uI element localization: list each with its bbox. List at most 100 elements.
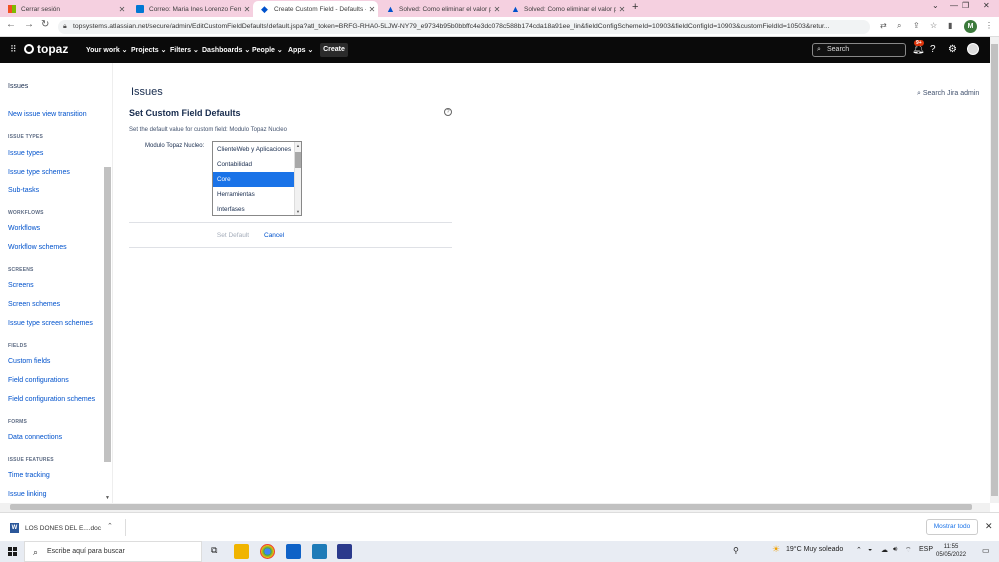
notification-center-icon[interactable]: ▭	[982, 546, 990, 555]
help-icon[interactable]: ?	[444, 108, 452, 116]
sidebar-item-data-connections[interactable]: Data connections	[8, 434, 62, 441]
nav-people[interactable]: People ⌄	[252, 46, 283, 54]
minimize-icon[interactable]: —	[950, 1, 958, 10]
show-all-button[interactable]: Mostrar todo	[926, 519, 978, 535]
taskbar-search-input[interactable]: ⌕ Escribe aquí para buscar	[24, 541, 202, 562]
lock-icon[interactable]: 🔒︎	[63, 20, 67, 34]
tab-label: Solved: Como eliminar el valor p	[524, 5, 616, 13]
browser-tab-1[interactable]: Cerrar sesión ✕	[0, 1, 128, 17]
option-contabilidad[interactable]: Contabilidad	[213, 157, 295, 172]
browser-tab-4[interactable]: ▲ Solved: Como eliminar el valor p ✕	[378, 1, 503, 17]
sun-weather-icon[interactable]: ☀	[772, 544, 780, 555]
nav-dashboards[interactable]: Dashboards ⌄	[202, 46, 250, 54]
sidebar-title: Issues	[8, 83, 29, 90]
sidebar-scrollbar[interactable]	[104, 167, 111, 462]
file-explorer-icon[interactable]	[234, 544, 249, 559]
sidebar-heading-forms: FORMS	[8, 419, 28, 425]
tab-search-icon[interactable]: ⌄	[932, 1, 939, 10]
vpn-app-icon[interactable]	[337, 544, 352, 559]
download-item[interactable]: W LOS DONES DEL E....doc	[10, 523, 101, 533]
close-downloads-icon[interactable]: ✕	[985, 521, 993, 532]
jira-search-input[interactable]: ⌕ Search	[812, 43, 906, 57]
task-view-icon[interactable]: ⧉	[211, 545, 217, 556]
browser-tab-3-active[interactable]: ◆ Create Custom Field - Defaults - ✕	[253, 1, 378, 17]
share-icon[interactable]: ⇪	[913, 21, 920, 30]
windows-start-icon[interactable]	[8, 547, 17, 556]
sidebar-item-custom-fields[interactable]: Custom fields	[8, 358, 50, 365]
browser-tab-2[interactable]: Correo: Maria Ines Lorenzo Ferna ✕	[128, 1, 253, 17]
chevron-up-icon[interactable]: ⌃	[107, 522, 113, 530]
help-icon[interactable]: ?	[930, 44, 936, 55]
translate-icon[interactable]: ⇄	[880, 21, 887, 30]
app-switcher-icon[interactable]: ⠿	[10, 44, 17, 55]
browser-tab-5[interactable]: ▲ Solved: Como eliminar el valor p ✕	[503, 1, 628, 17]
nav-projects[interactable]: Projects ⌄	[131, 46, 166, 54]
sidebar-item-issue-types[interactable]: Issue types	[8, 150, 43, 157]
cancel-link[interactable]: Cancel	[264, 230, 284, 242]
outlook-app-icon[interactable]	[286, 544, 301, 559]
option-herramientas[interactable]: Herramientas	[213, 187, 295, 202]
sidebar-scroll-down-icon[interactable]: ▼	[105, 495, 110, 501]
user-avatar[interactable]	[967, 43, 979, 55]
create-button[interactable]: Create	[320, 43, 348, 57]
weather-text[interactable]: 19°C Muy soleado	[786, 546, 843, 553]
network-icon[interactable]: ◒	[868, 546, 872, 553]
option-clienteweb[interactable]: ClienteWeb y Aplicaciones	[213, 142, 295, 157]
language-indicator[interactable]: ESP	[919, 546, 933, 553]
scroll-up-icon[interactable]: ▲	[296, 143, 300, 148]
sidebar-item-field-configurations[interactable]: Field configurations	[8, 377, 69, 384]
close-tab-icon[interactable]: ✕	[366, 5, 378, 14]
onedrive-icon[interactable]: ☁	[881, 546, 888, 554]
sidebar-item-time-tracking[interactable]: Time tracking	[8, 472, 50, 479]
sidebar-item-issue-linking[interactable]: Issue linking	[8, 491, 47, 498]
close-tab-icon[interactable]: ✕	[241, 5, 253, 14]
tab-label: Cerrar sesión	[21, 5, 61, 13]
option-interfases[interactable]: Interfases	[213, 202, 295, 215]
close-window-icon[interactable]: ✕	[983, 1, 990, 10]
option-core-selected[interactable]: Core	[213, 172, 295, 187]
address-bar[interactable]: 🔒︎ topsystems.atlassian.net/secure/admin…	[58, 20, 870, 34]
chrome-icon[interactable]	[260, 544, 275, 559]
close-tab-icon[interactable]: ✕	[616, 5, 628, 14]
volume-icon[interactable]: 🔊︎	[893, 546, 897, 554]
restore-icon[interactable]: ❐	[962, 1, 969, 10]
page-horizontal-scroll-thumb[interactable]	[10, 504, 972, 510]
forward-icon[interactable]: →	[24, 19, 34, 30]
nav-your-work[interactable]: Your work ⌄	[86, 46, 128, 54]
people-icon[interactable]: ⚲	[733, 546, 739, 555]
wifi-icon[interactable]: ⌔	[905, 546, 912, 555]
back-icon[interactable]: ←	[6, 19, 16, 30]
sidebar-item-issue-type-schemes[interactable]: Issue type schemes	[8, 169, 70, 176]
browser-menu-icon[interactable]: ⋮	[985, 21, 993, 30]
taskbar-clock[interactable]: 11:55 05/05/2022	[936, 543, 966, 559]
new-tab-icon[interactable]: +	[632, 1, 638, 13]
atlassian-icon: ▲	[511, 4, 520, 14]
default-value-listbox[interactable]: ClienteWeb y Aplicaciones Contabilidad C…	[212, 141, 302, 216]
reload-icon[interactable]: ↻	[41, 19, 49, 30]
browser-profile-avatar[interactable]: M	[964, 20, 977, 33]
side-panel-icon[interactable]: ▮	[948, 21, 952, 30]
sidebar-item-screens[interactable]: Screens	[8, 282, 34, 289]
sidebar-item-workflows[interactable]: Workflows	[8, 225, 40, 232]
sidebar-item-field-configuration-schemes[interactable]: Field configuration schemes	[8, 396, 95, 403]
scroll-down-icon[interactable]: ▼	[296, 209, 300, 214]
chevron-up-icon[interactable]: ⌃	[856, 546, 862, 554]
bookmark-star-icon[interactable]: ☆	[930, 21, 937, 30]
close-tab-icon[interactable]: ✕	[116, 5, 128, 14]
nav-apps[interactable]: Apps ⌄	[288, 46, 313, 54]
sidebar-item-screen-schemes[interactable]: Screen schemes	[8, 301, 60, 308]
page-vertical-scroll-thumb[interactable]	[991, 44, 998, 496]
close-tab-icon[interactable]: ✕	[491, 5, 503, 14]
sidebar-item-workflow-schemes[interactable]: Workflow schemes	[8, 244, 67, 251]
set-default-button[interactable]: Set Default	[213, 230, 253, 242]
nav-filters[interactable]: Filters ⌄	[170, 46, 199, 54]
sidebar-item-sub-tasks[interactable]: Sub-tasks	[8, 187, 39, 194]
search-jira-admin-link[interactable]: ⌕ Search Jira admin	[917, 90, 979, 98]
sidebar-item-new-issue-view-transition[interactable]: New issue view transition	[8, 111, 87, 118]
zoom-icon[interactable]: ⌕	[897, 21, 901, 31]
listbox-scrollbar-thumb[interactable]	[295, 152, 301, 168]
settings-gear-icon[interactable]: ⚙	[948, 44, 957, 55]
remote-desktop-icon[interactable]	[312, 544, 327, 559]
sidebar-item-issue-type-screen-schemes[interactable]: Issue type screen schemes	[8, 320, 93, 327]
topaz-logo[interactable]: topaz	[24, 42, 68, 56]
